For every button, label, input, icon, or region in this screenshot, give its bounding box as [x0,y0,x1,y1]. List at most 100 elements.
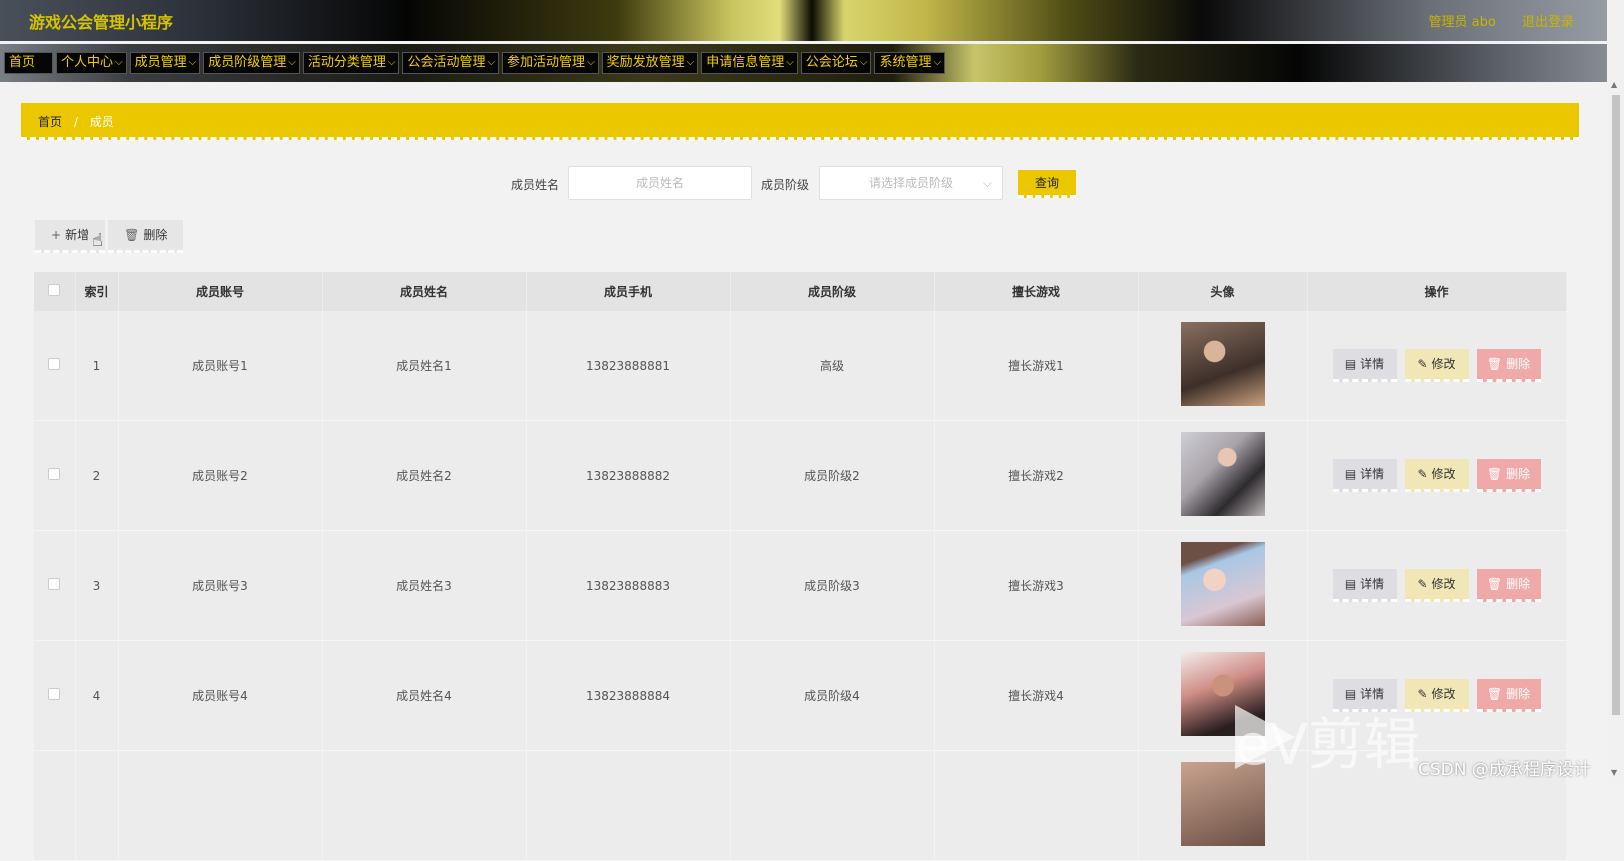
nav-item[interactable]: 首页 [4,52,53,74]
table-row[interactable]: 1 成员账号1 成员姓名1 13823888881 高级 擅长游戏1 ▤ 详情 ✎ 修改 🗑 删除 [34,311,1567,421]
edit-button[interactable]: ✎ 修改 [1404,349,1469,382]
table-row[interactable]: 2 成员账号2 成员姓名2 13823888882 成员阶级2 擅长游戏2 ▤ 详情 ✎ 修改 🗑 删… [34,420,1567,531]
nav-item-label: 首页 [9,55,36,70]
chevron-down-icon: ⌵ [587,57,595,68]
pencil-icon: ✎ [1417,687,1428,701]
avatar-cell [1138,420,1308,531]
document-icon: ▤ [1344,357,1357,371]
chevron-down-icon: ⌵ [859,57,868,68]
nav-item-label: 公会论坛 [805,55,858,70]
column-header: 成员姓名 [322,272,527,311]
phone-cell: 13823888884 [526,640,731,751]
nav-item-label: 成员阶级管理 [208,55,287,70]
level-select-placeholder: 请选择成员阶级 [868,176,953,190]
trash-icon: 🗑 [1486,687,1503,701]
row-select-cell[interactable] [34,420,76,531]
nav-item[interactable]: 系统管理 ⌵ [874,52,946,74]
document-icon: ▤ [1344,687,1357,701]
delete-label: 删除 [1506,577,1531,591]
vertical-scrollbar[interactable]: ▲ ▼ [1607,0,1624,784]
chevron-down-icon: ⌵ [933,57,942,68]
avatar-cell [1138,530,1308,641]
name-search-input[interactable]: 成员姓名 [568,166,752,200]
actions-cell: ▤ 详情 ✎ 修改 🗑 删除 [1307,420,1567,531]
row-select-cell[interactable] [34,311,76,421]
breadcrumb-home[interactable]: 首页 [38,115,62,129]
detail-button[interactable]: ▤ 详情 [1332,459,1397,492]
logout-link[interactable]: 退出登录 [1522,15,1574,30]
avatar[interactable] [1180,542,1265,626]
column-header: 成员阶级 [730,272,935,311]
column-header: 擅长游戏 [934,272,1139,311]
level-select[interactable]: 请选择成员阶级 ⌵ [819,166,1003,200]
game-cell: 擅长游戏3 [934,530,1139,641]
avatar[interactable] [1180,432,1265,516]
nav-item[interactable]: 申请信息管理 ⌵ [701,52,798,74]
name-cell: 成员姓名4 [322,640,527,751]
delete-label: 删除 [1506,357,1531,371]
chevron-down-icon: ⌵ [686,57,695,68]
index-cell: 3 [75,530,119,641]
nav-item-label: 申请信息管理 [706,55,785,70]
delete-button[interactable]: 🗑 删除 [1476,349,1541,382]
column-header: 头像 [1138,272,1308,311]
nav-item[interactable]: 活动分类管理 ⌵ [302,52,400,74]
nav-item-label: 成员管理 [134,55,187,70]
app-title: 游戏公会管理小程序 [29,13,174,32]
nav-item[interactable]: 奖励发放管理 ⌵ [601,52,699,74]
plus-icon: + [51,228,62,242]
table-header-row: 索引 成员账号 成员姓名 成员手机 成员阶级 擅长游戏 头像 操作 [34,272,1567,311]
select-all-cell[interactable] [34,272,76,311]
edit-label: 修改 [1431,357,1456,371]
scroll-down-icon[interactable]: ▼ [1611,768,1617,777]
index-cell: 2 [75,420,119,531]
add-button-label: 新增 [65,228,90,242]
nav-item[interactable]: 个人中心 ⌵ [56,52,127,74]
avatar[interactable] [1180,322,1265,406]
name-label: 成员姓名 [511,178,560,192]
pencil-icon: ✎ [1417,577,1428,591]
detail-label: 详情 [1360,467,1385,481]
nav-item-label: 个人中心 [61,55,114,70]
delete-button[interactable]: 🗑 删除 [1476,679,1541,712]
account-cell: 成员账号2 [118,420,323,531]
edit-button[interactable]: ✎ 修改 [1404,459,1469,492]
game-cell: 擅长游戏1 [934,311,1139,421]
actions-cell: ▤ 详情 ✎ 修改 🗑 删除 [1307,311,1567,421]
edit-button[interactable]: ✎ 修改 [1404,569,1469,602]
delete-button[interactable]: 🗑 删除 [1476,459,1541,492]
csdn-watermark: CSDN @成承程序设计 [1418,760,1591,780]
select-all-checkbox[interactable] [48,284,61,296]
nav-item[interactable]: 公会活动管理 ⌵ [402,52,500,74]
nav-item[interactable]: 成员管理 ⌵ [129,52,201,74]
nav-item[interactable]: 成员阶级管理 ⌵ [203,52,300,74]
delete-button[interactable]: 🗑 删除 [1476,569,1541,602]
nav-item-label: 奖励发放管理 [606,55,685,70]
nav-item[interactable]: 参加活动管理 ⌵ [502,52,599,74]
app-header: 游戏公会管理小程序 管理员 abo 退出登录 [0,0,1624,41]
actions-cell: ▤ 详情 ✎ 修改 🗑 删除 [1307,530,1567,641]
scrollbar-thumb[interactable] [1612,95,1620,715]
edit-label: 修改 [1431,687,1456,701]
document-icon: ▤ [1344,467,1357,481]
query-button[interactable]: 查询 [1018,170,1076,198]
delete-label: 删除 [1506,687,1531,701]
row-checkbox[interactable] [48,358,61,370]
detail-label: 详情 [1360,687,1385,701]
row-select-cell[interactable] [34,640,76,751]
edit-label: 修改 [1431,467,1456,481]
index-cell: 4 [75,640,119,751]
scroll-up-icon[interactable]: ▲ [1611,80,1617,89]
row-checkbox[interactable] [48,468,61,480]
bulk-delete-button[interactable]: 🗑 删除 [108,220,184,253]
nav-item-label: 系统管理 [879,55,932,70]
row-checkbox[interactable] [48,578,61,590]
column-header: 成员手机 [526,272,731,311]
detail-button[interactable]: ▤ 详情 [1332,349,1397,382]
detail-button[interactable]: ▤ 详情 [1332,569,1397,602]
row-select-cell[interactable] [34,530,76,641]
nav-item[interactable]: 公会论坛 ⌵ [800,52,872,74]
table-row[interactable]: 3 成员账号3 成员姓名3 13823888883 成员阶级3 擅长游戏3 ▤ 详情 ✎ 修改 🗑 删… [34,530,1567,641]
row-checkbox[interactable] [48,688,61,700]
index-cell: 1 [75,311,119,421]
